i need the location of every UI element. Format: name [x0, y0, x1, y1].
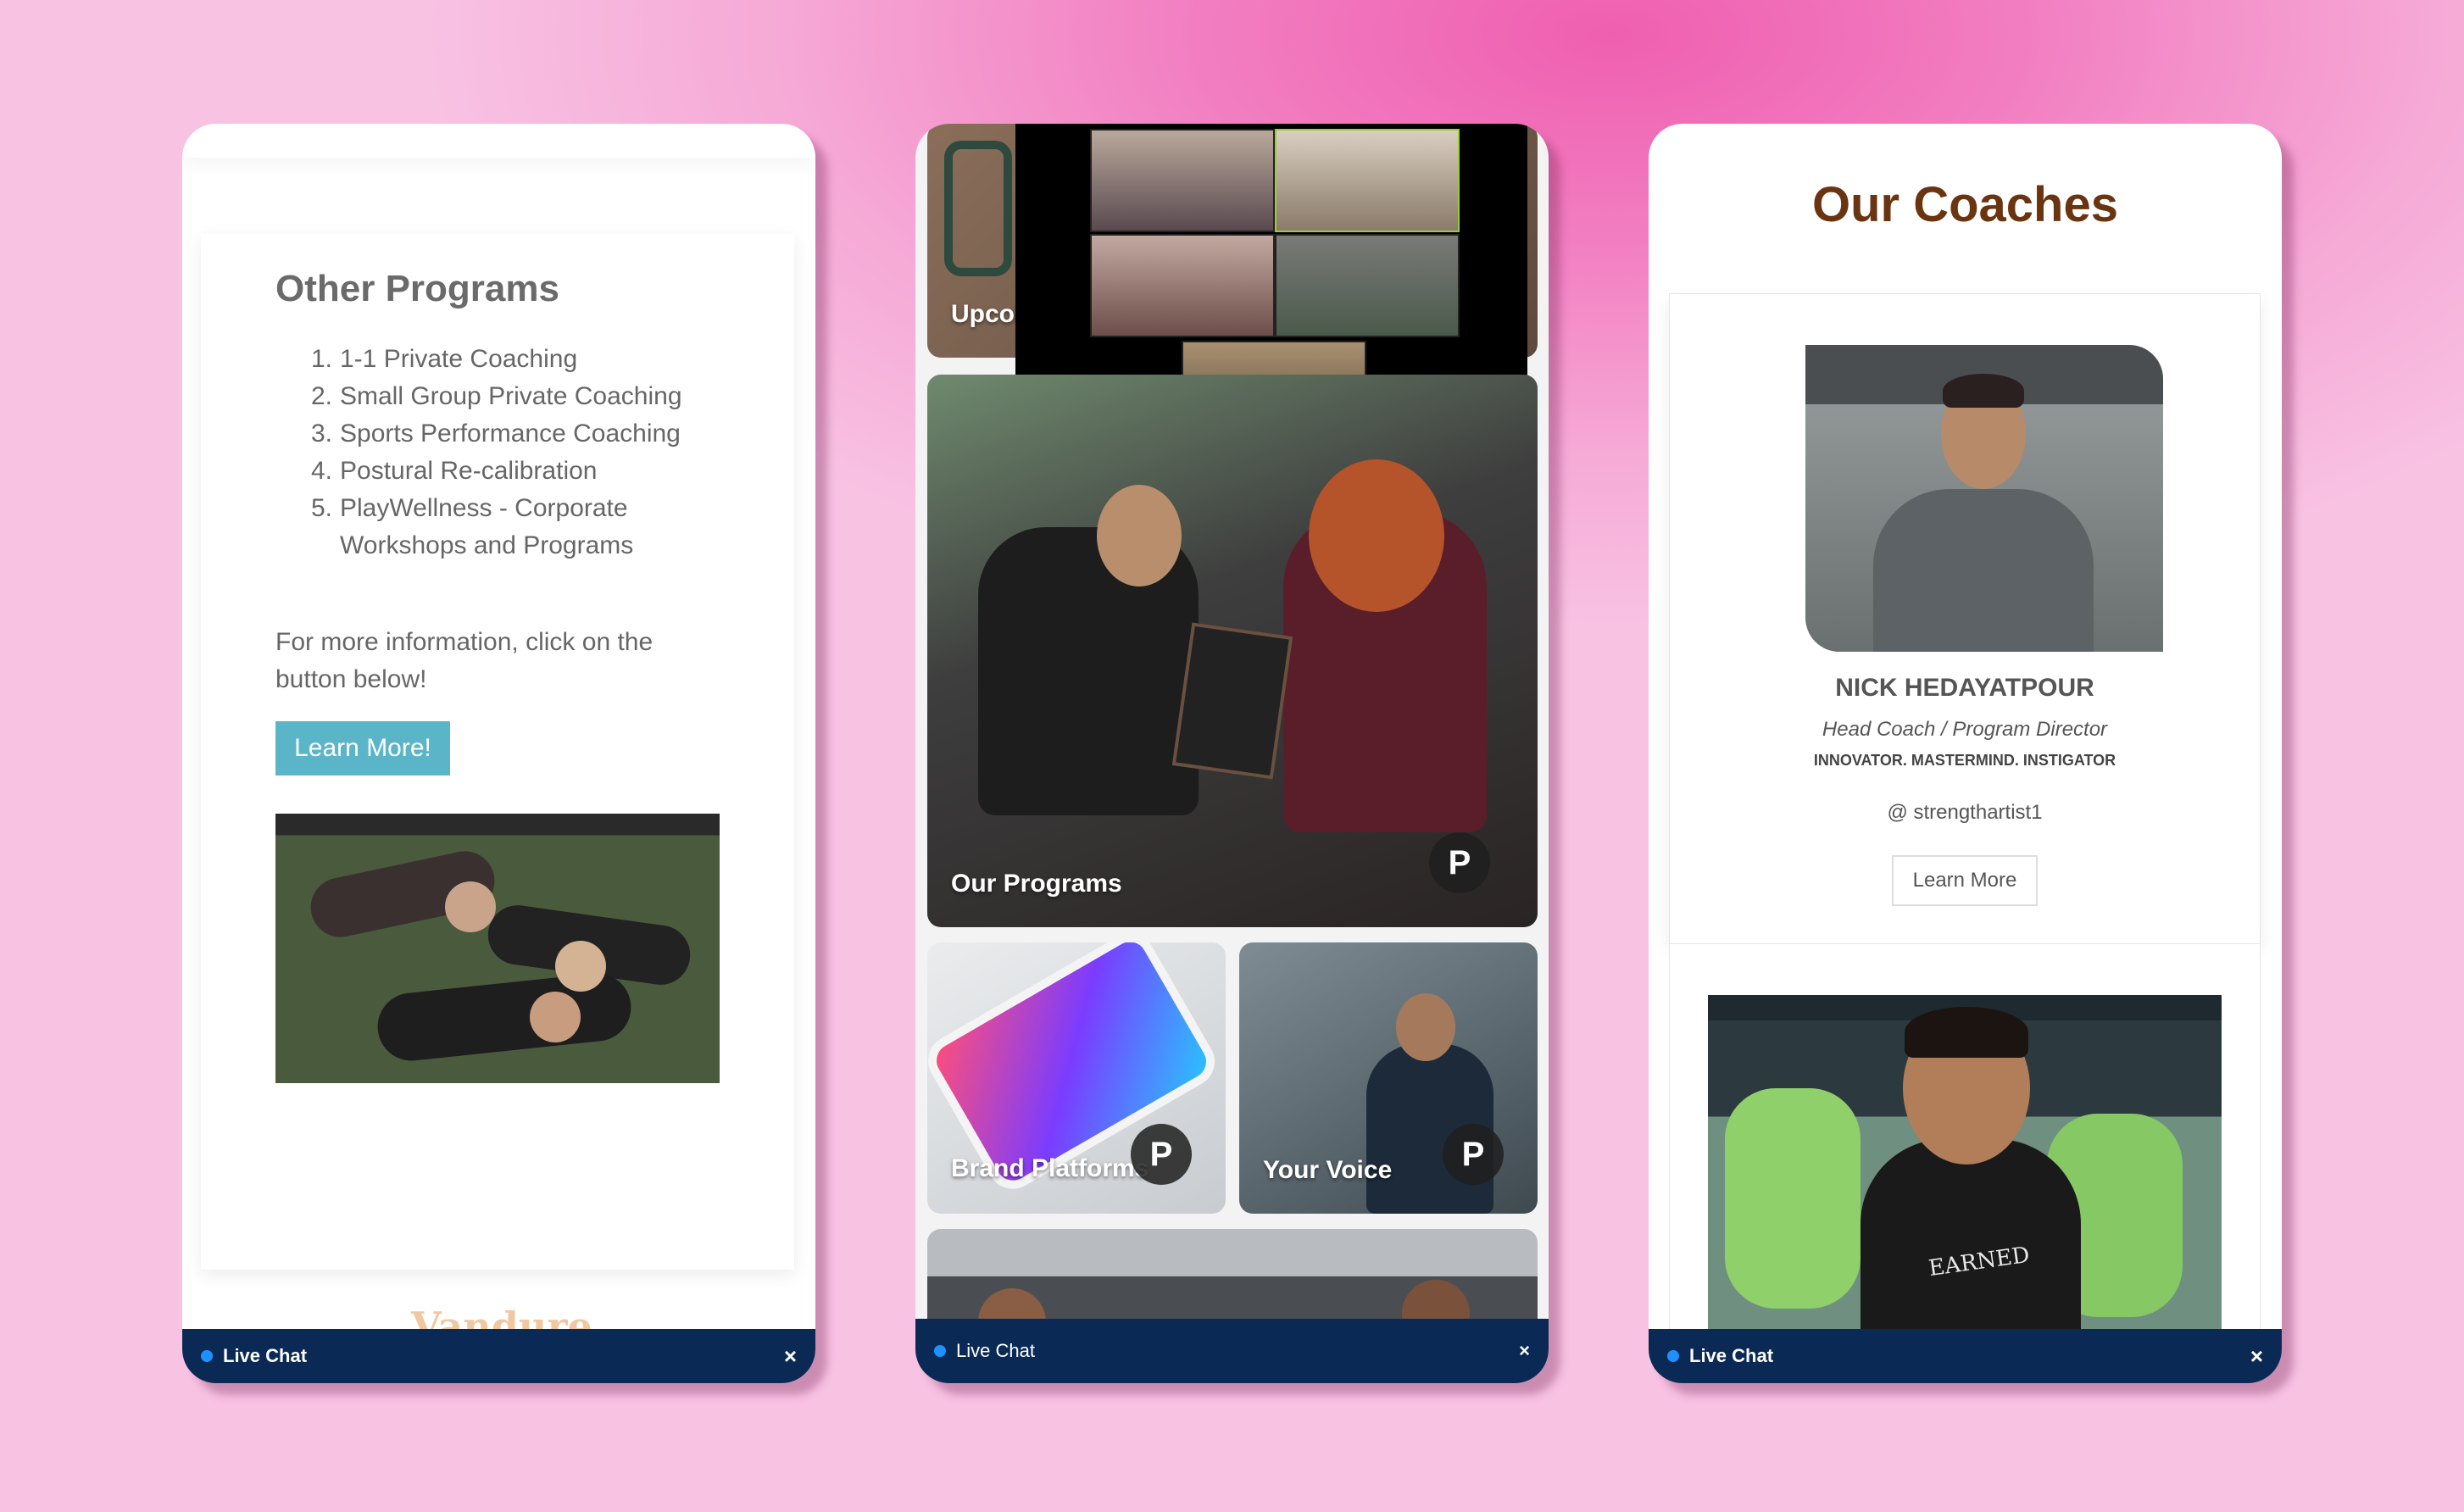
close-icon[interactable]: ×: [1519, 1340, 1530, 1362]
online-dot-icon: [1667, 1350, 1679, 1362]
your-voice-label: Your Voice: [1263, 1156, 1393, 1184]
close-icon[interactable]: ×: [784, 1343, 797, 1370]
list-item: 5. PlayWellness - Corporate Workshops and…: [311, 494, 634, 559]
play-logo-icon: P: [1429, 832, 1490, 893]
brand-platforms-label: Brand Platforms: [951, 1154, 1149, 1182]
list-item: 4. Postural Re-calibration: [311, 457, 598, 485]
online-dot-icon: [201, 1350, 213, 1362]
list-item: 3. Sports Performance Coaching: [311, 420, 681, 447]
our-programs-tile[interactable]: Our Programs P: [927, 375, 1538, 927]
coach-role: Head Coach / Program Director: [1822, 718, 2108, 741]
list-item: 2. Small Group Private Coaching: [311, 382, 682, 410]
play-logo-icon: P: [1443, 1124, 1504, 1185]
online-dot-icon: [934, 1345, 946, 1357]
our-programs-label: Our Programs: [951, 870, 1122, 898]
brand-platforms-tile[interactable]: Brand Platforms P: [927, 942, 1226, 1214]
coach-photo: [1805, 345, 2163, 652]
phone-other-programs: Other Programs 1. 1-1 Private Coaching 2.…: [182, 124, 815, 1383]
video-participant: [1275, 234, 1460, 337]
video-participant: [1090, 129, 1275, 232]
programs-list: 1. 1-1 Private Coaching 2. Small Group Pri…: [311, 341, 738, 564]
other-programs-heading: Other Programs: [275, 268, 559, 309]
live-chat-label: Live Chat: [223, 1345, 308, 1366]
learn-more-button[interactable]: Learn More!: [275, 721, 450, 775]
coach-card: NICK HEDAYATPOUR Head Coach / Program Di…: [1669, 293, 2261, 944]
coach-handle[interactable]: @ strengthartist1: [1670, 801, 2260, 825]
phone-our-coaches: Our Coaches NICK HEDAYATPOUR Head Coach …: [1649, 124, 2282, 1383]
group-lying-photo: [275, 814, 720, 1083]
coach-name: NICK HEDAYATPOUR: [1835, 674, 2094, 702]
more-info-text: For more information, click on the butto…: [275, 628, 654, 693]
live-chat-bar[interactable]: Live Chat ×: [182, 1329, 815, 1383]
coach-photo: EARNED: [1708, 995, 2222, 1342]
list-item: 1. 1-1 Private Coaching: [311, 345, 578, 373]
learn-more-button[interactable]: Learn More: [1892, 855, 2038, 906]
live-chat-label: Live Chat: [956, 1340, 1035, 1361]
video-participant: [1090, 234, 1275, 337]
video-participant: [1275, 129, 1460, 232]
our-coaches-heading: Our Coaches: [1812, 177, 2118, 232]
top-bar: [182, 124, 815, 158]
live-chat-label: Live Chat: [1689, 1345, 1774, 1366]
live-chat-bar[interactable]: Live Chat ×: [915, 1319, 1549, 1383]
upcoming-label: Upcoi: [951, 300, 1022, 328]
your-voice-tile[interactable]: Your Voice P: [1239, 942, 1538, 1214]
coach-tagline: INNOVATOR. MASTERMIND. INSTIGATOR: [1813, 752, 2116, 769]
play-logo-icon: P: [1131, 1124, 1192, 1185]
phone-programs-grid: Upcoi Our Programs P Brand Platforms P Y…: [915, 124, 1549, 1383]
close-icon[interactable]: ×: [2250, 1343, 2263, 1370]
live-chat-bar[interactable]: Live Chat ×: [1649, 1329, 2282, 1383]
